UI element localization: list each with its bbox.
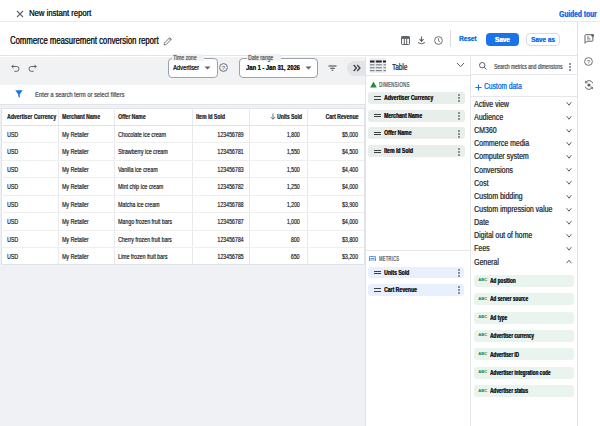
svg-text:?: ?: [222, 65, 226, 71]
svg-text:?: ?: [586, 59, 590, 65]
